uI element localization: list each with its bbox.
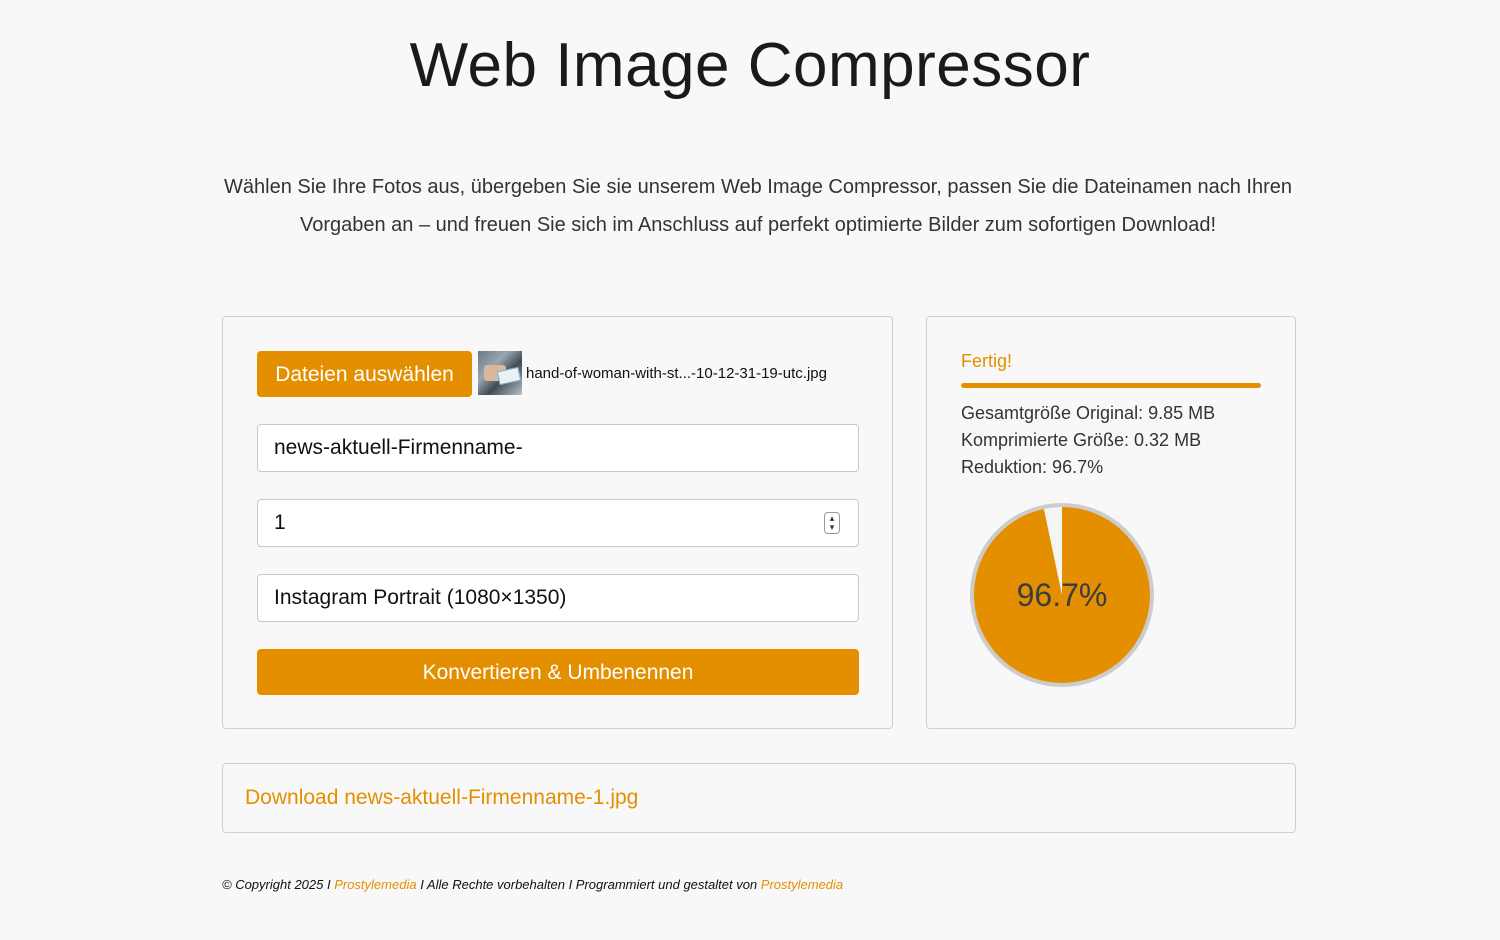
upload-panel: Dateien auswählen hand-of-woman-with-st.… <box>222 316 893 729</box>
compressed-size-text: Komprimierte Größe: 0.32 MB <box>961 430 1202 450</box>
number-stepper[interactable]: ▴ ▾ <box>824 512 840 534</box>
result-panel: Fertig! Gesamtgröße Original: 9.85 MB Ko… <box>926 316 1296 729</box>
pie-percent-label: 96.7% <box>1016 577 1108 613</box>
footer-author-link[interactable]: Prostylemedia <box>761 877 843 892</box>
footer-copyright: © Copyright 2025 I <box>222 877 335 892</box>
footer: © Copyright 2025 I Prostylemedia I Alle … <box>222 877 843 892</box>
choose-files-button[interactable]: Dateien auswählen <box>257 351 472 397</box>
status-text: Fertig! <box>961 351 1013 371</box>
selected-file-thumbnail <box>478 351 522 395</box>
convert-rename-button[interactable]: Konvertieren & Umbenennen <box>257 649 859 695</box>
download-panel: Download news-aktuell-Firmenname-1.jpg <box>222 763 1296 833</box>
start-number-input[interactable]: 1 ▴ ▾ <box>257 499 859 547</box>
page-title: Web Image Compressor <box>409 31 1091 100</box>
progress-bar <box>961 383 1261 388</box>
original-size-text: Gesamtgröße Original: 9.85 MB <box>961 403 1216 423</box>
download-link[interactable]: Download news-aktuell-Firmenname-1.jpg <box>245 786 638 810</box>
selected-file-name: hand-of-woman-with-st...-10-12-31-19-utc… <box>526 365 827 382</box>
start-number-value: 1 <box>274 511 286 534</box>
footer-brand-link[interactable]: Prostylemedia <box>334 877 416 892</box>
reduction-pie-chart: 96.7% <box>967 500 1157 690</box>
format-select[interactable]: Instagram Portrait (1080×1350) <box>257 574 859 622</box>
filename-prefix-input[interactable]: news-aktuell-Firmenname- <box>257 424 859 472</box>
reduction-text: Reduktion: 96.7% <box>961 457 1104 477</box>
footer-rights: I Alle Rechte vorbehalten I Programmiert… <box>416 877 761 892</box>
intro-text: Wählen Sie Ihre Fotos aus, übergeben Sie… <box>224 176 1292 236</box>
progress-bar-fill <box>961 383 1261 388</box>
